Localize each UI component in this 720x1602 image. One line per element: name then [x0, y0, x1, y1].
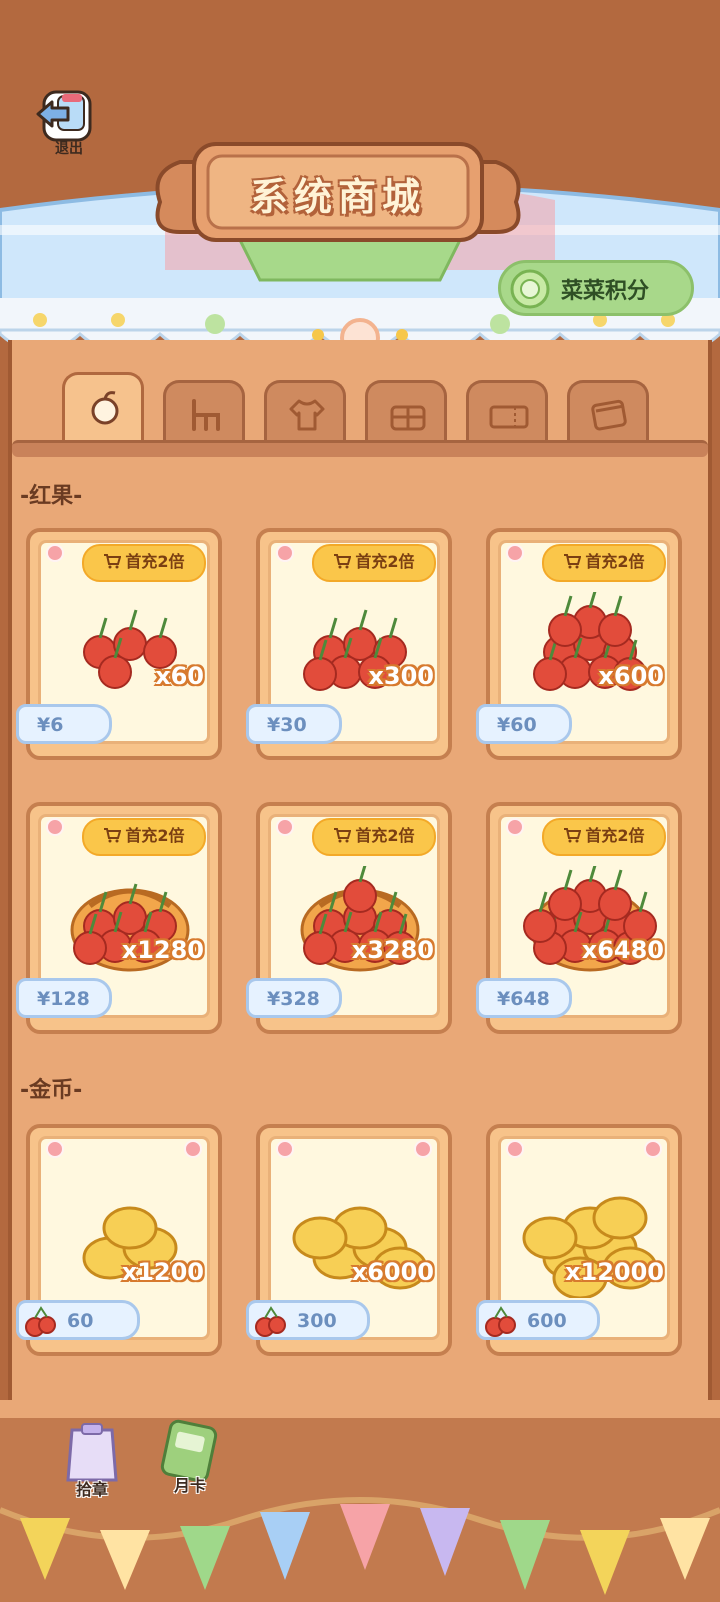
price-label: 60	[67, 1310, 94, 1332]
card-icon	[591, 399, 627, 431]
product-card[interactable]: 首充2倍 x60 ¥6	[16, 528, 222, 760]
chair-icon	[192, 399, 220, 431]
title-plaque: 系统商城	[150, 132, 526, 256]
product-card[interactable]: 首充2倍 x600 ¥60	[476, 528, 682, 760]
section-title-red-fruit: -红果-	[20, 484, 83, 509]
price-tag: ¥60	[476, 704, 572, 744]
pin-icon	[414, 1140, 432, 1158]
cherry-currency-icon	[485, 1306, 516, 1337]
stamp-label: 拾章	[75, 1480, 108, 1499]
gift-icon	[390, 405, 426, 431]
price-tag: 60	[16, 1300, 140, 1340]
price-tag: ¥128	[16, 978, 112, 1018]
fruit-icon	[91, 391, 119, 425]
product-card[interactable]: 首充2倍 x1280 ¥128	[16, 802, 222, 1034]
pin-icon	[506, 544, 524, 562]
pin-icon	[276, 1140, 294, 1158]
tab-gift[interactable]	[365, 380, 447, 442]
pin-icon	[506, 818, 524, 836]
badge-label: 首充2倍	[585, 826, 645, 845]
price-tag: ¥30	[246, 704, 342, 744]
price-label: ¥6	[37, 714, 64, 736]
quantity-label: x1280	[121, 936, 204, 964]
price-label: ¥128	[37, 988, 90, 1010]
tab-furniture[interactable]	[163, 380, 245, 442]
exit-label: 退出	[55, 141, 83, 157]
pin-icon	[506, 1140, 524, 1158]
cart-icon	[564, 828, 582, 843]
pin-icon	[46, 544, 64, 562]
pin-icon	[276, 818, 294, 836]
product-card[interactable]: 首充2倍 x6480 ¥648	[476, 802, 682, 1034]
cart-icon	[334, 554, 352, 569]
tab-ticket[interactable]	[466, 380, 548, 442]
pin-icon	[46, 1140, 64, 1158]
cart-icon	[564, 554, 582, 569]
price-tag: ¥6	[16, 704, 112, 744]
first-charge-badge: 首充2倍	[82, 818, 206, 856]
page-title: 系统商城	[249, 175, 426, 219]
quantity-label: x300	[368, 662, 434, 690]
product-card[interactable]: x1200 60	[16, 1124, 222, 1356]
tab-bar-divider	[12, 440, 708, 457]
price-label: ¥60	[497, 714, 537, 736]
cherry-currency-icon	[25, 1306, 56, 1337]
quantity-label: x60	[155, 662, 204, 690]
quantity-label: x1200	[121, 1258, 204, 1286]
section-title-coins: -金币-	[20, 1078, 83, 1103]
cart-icon	[104, 828, 122, 843]
price-label: ¥328	[267, 988, 320, 1010]
price-label: 600	[527, 1310, 567, 1332]
cabbage-icon	[510, 269, 550, 309]
price-tag: 300	[246, 1300, 370, 1340]
tab-fruit[interactable]	[62, 372, 144, 442]
quantity-label: x3280	[351, 936, 434, 964]
price-label: 300	[297, 1310, 337, 1332]
monthly-card-label: 月卡	[173, 1476, 206, 1495]
exit-button[interactable]: 退出	[34, 86, 100, 158]
quantity-label: x12000	[565, 1258, 664, 1286]
product-card[interactable]: x6000 300	[246, 1124, 452, 1356]
exit-door-icon	[36, 90, 92, 142]
price-label: ¥648	[497, 988, 550, 1010]
quantity-label: x6000	[351, 1258, 434, 1286]
badge-label: 首充2倍	[355, 552, 415, 571]
pin-icon	[644, 1140, 662, 1158]
product-card[interactable]: 首充2倍 x300 ¥30	[246, 528, 452, 760]
ticket-icon	[489, 405, 529, 429]
price-tag: ¥328	[246, 978, 342, 1018]
price-label: ¥30	[267, 714, 307, 736]
product-card[interactable]: x12000 600	[476, 1124, 682, 1356]
first-charge-badge: 首充2倍	[82, 544, 206, 582]
quantity-label: x6480	[581, 936, 664, 964]
badge-label: 首充2倍	[125, 552, 185, 571]
product-card[interactable]: 首充2倍 x3280 ¥328	[246, 802, 452, 1034]
points-button[interactable]: 菜菜积分	[498, 260, 694, 316]
first-charge-badge: 首充2倍	[542, 544, 666, 582]
quantity-label: x600	[598, 662, 664, 690]
first-charge-badge: 首充2倍	[312, 544, 436, 582]
stamp-button[interactable]: 拾章	[54, 1420, 130, 1504]
category-tabs	[62, 372, 662, 446]
shirt-icon	[289, 399, 325, 431]
pin-icon	[276, 544, 294, 562]
points-label: 菜菜积分	[561, 279, 650, 304]
cart-icon	[334, 828, 352, 843]
price-tag: 600	[476, 1300, 600, 1340]
pin-icon	[184, 1140, 202, 1158]
badge-label: 首充2倍	[585, 552, 645, 571]
monthly-card-button[interactable]: 月卡	[152, 1416, 228, 1500]
pin-icon	[46, 818, 64, 836]
tab-clothes[interactable]	[264, 380, 346, 442]
cherry-currency-icon	[255, 1306, 286, 1337]
first-charge-badge: 首充2倍	[312, 818, 436, 856]
cart-icon	[104, 554, 122, 569]
badge-label: 首充2倍	[355, 826, 415, 845]
tab-card[interactable]	[567, 380, 649, 442]
price-tag: ¥648	[476, 978, 572, 1018]
first-charge-badge: 首充2倍	[542, 818, 666, 856]
bottom-bar: 拾章 月卡	[0, 1400, 720, 1602]
badge-label: 首充2倍	[125, 826, 185, 845]
